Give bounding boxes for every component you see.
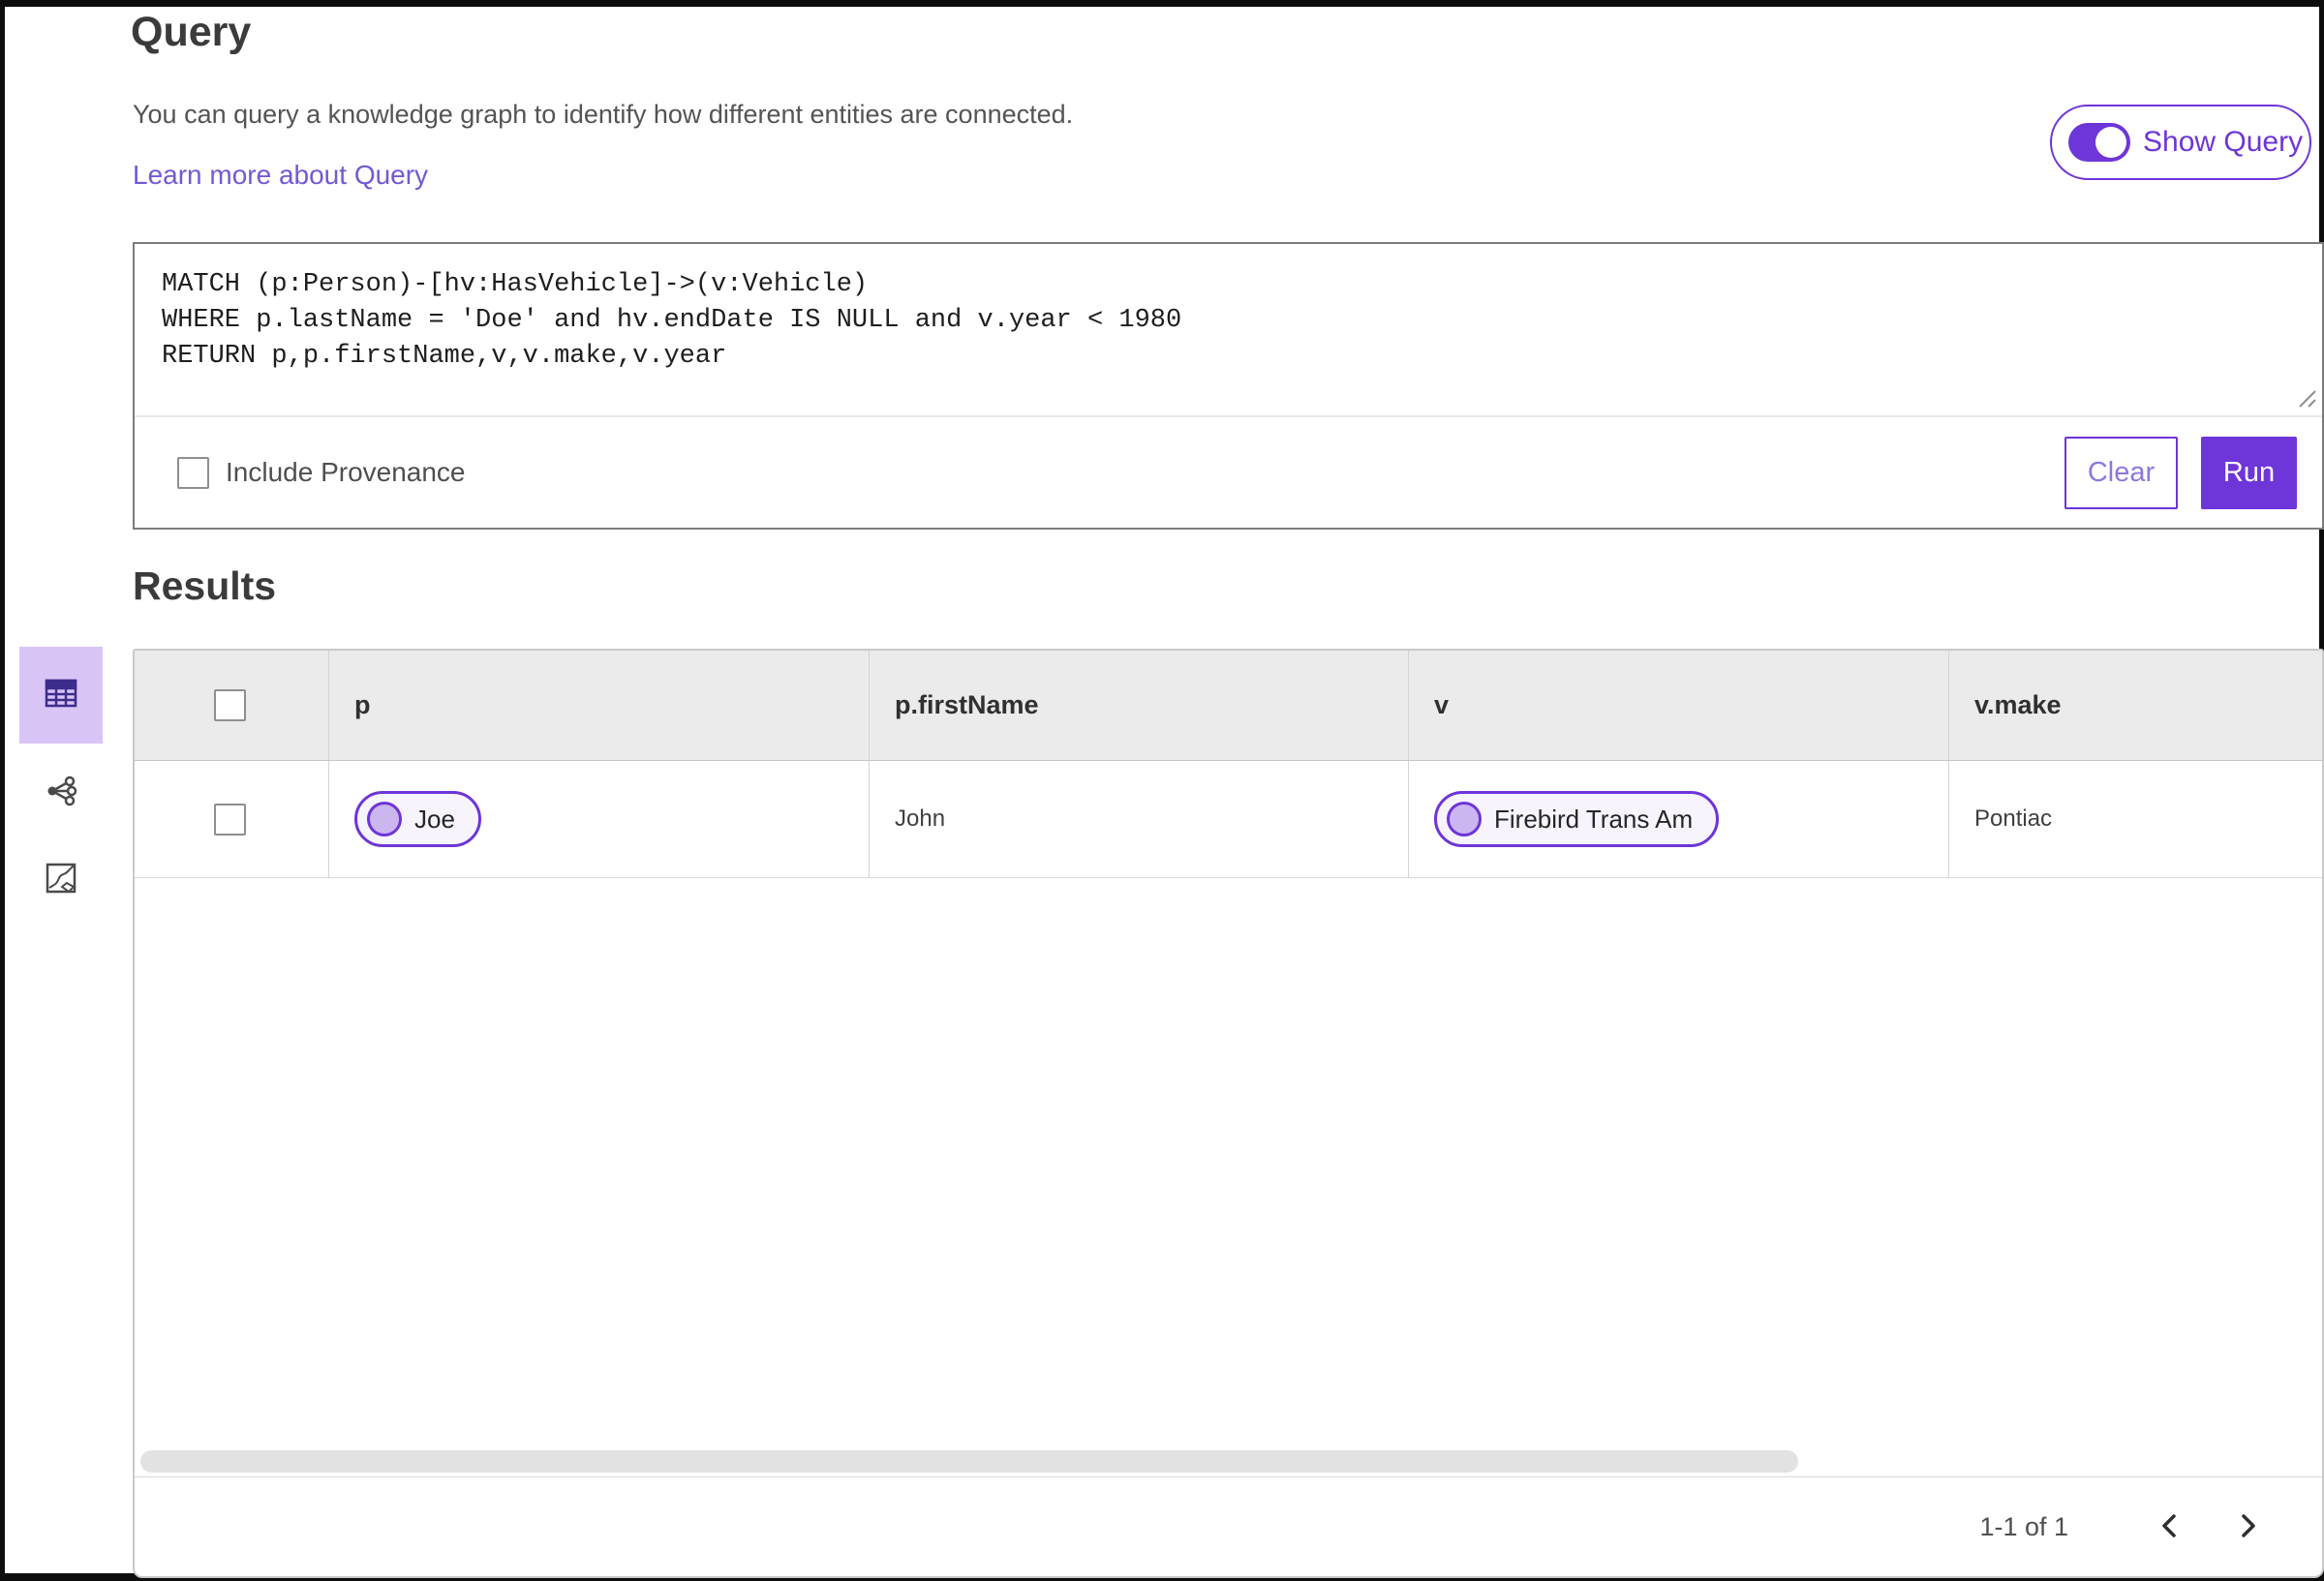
query-controls-row: Include Provenance Clear Run xyxy=(135,417,2322,528)
include-provenance-label: Include Provenance xyxy=(226,457,466,487)
column-header-v[interactable]: v xyxy=(1408,651,1948,760)
node-circle-icon xyxy=(1447,802,1482,836)
horizontal-scrollbar xyxy=(135,1447,2322,1476)
table-icon xyxy=(45,678,77,714)
chevron-left-icon xyxy=(2156,1511,2182,1543)
table-row[interactable]: Joe John Firebird Trans Am Pontiac xyxy=(135,761,2322,878)
query-editor-panel: MATCH (p:Person)-[hv:HasVehicle]->(v:Veh… xyxy=(133,242,2324,530)
table-footer: 1-1 of 1 xyxy=(135,1476,2322,1576)
node-circle-icon xyxy=(367,802,402,836)
graph-view-button[interactable] xyxy=(19,763,103,823)
network-icon xyxy=(44,774,78,813)
row-checkbox-cell xyxy=(135,761,328,877)
run-button[interactable]: Run xyxy=(2201,436,2297,509)
include-provenance-checkbox[interactable] xyxy=(177,456,209,489)
entity-chip-person[interactable]: Joe xyxy=(354,791,481,847)
clear-button[interactable]: Clear xyxy=(2064,436,2178,509)
map-icon xyxy=(46,863,76,898)
toggle-knob xyxy=(2095,127,2126,158)
query-page: Query You can query a knowledge graph to… xyxy=(0,0,2324,1581)
pagination-range-label: 1-1 of 1 xyxy=(1979,1511,2068,1541)
table-view-button[interactable] xyxy=(19,647,103,744)
results-title: Results xyxy=(133,563,277,608)
row-checkbox[interactable] xyxy=(214,803,246,836)
previous-page-button[interactable] xyxy=(2140,1498,2198,1556)
cell-v-make: Pontiac xyxy=(1948,761,2322,877)
page-title: Query xyxy=(131,9,252,55)
show-query-label: Show Query xyxy=(2143,126,2304,158)
chevron-right-icon xyxy=(2236,1511,2261,1543)
cell-v: Firebird Trans Am xyxy=(1408,761,1948,877)
page-description: You can query a knowledge graph to ident… xyxy=(133,100,1074,129)
entity-chip-label: Joe xyxy=(414,804,455,834)
table-empty-area xyxy=(135,878,2322,1447)
cell-p-firstname: John xyxy=(869,761,1408,877)
query-code-textarea[interactable]: MATCH (p:Person)-[hv:HasVehicle]->(v:Veh… xyxy=(135,244,2322,417)
entity-chip-vehicle[interactable]: Firebird Trans Am xyxy=(1434,791,1720,847)
column-header-p-firstname[interactable]: p.firstName xyxy=(869,651,1408,760)
show-query-toggle-button[interactable]: Show Query xyxy=(2050,105,2311,180)
cell-p: Joe xyxy=(328,761,869,877)
results-table-card: p p.firstName v v.make Joe John Firebird… xyxy=(133,649,2324,1578)
select-all-checkbox[interactable] xyxy=(214,689,246,721)
column-header-v-make[interactable]: v.make xyxy=(1948,651,2322,760)
learn-more-link[interactable]: Learn more about Query xyxy=(133,160,428,191)
toggle-on-icon[interactable] xyxy=(2068,123,2130,162)
column-header-p[interactable]: p xyxy=(328,651,869,760)
header-checkbox-cell xyxy=(135,651,328,760)
resize-grip-icon[interactable] xyxy=(2292,383,2317,413)
next-page-button[interactable] xyxy=(2219,1498,2278,1556)
table-header-row: p p.firstName v v.make xyxy=(135,651,2322,761)
horizontal-scrollbar-thumb[interactable] xyxy=(140,1450,1798,1473)
map-view-button[interactable] xyxy=(19,845,103,915)
entity-chip-label: Firebird Trans Am xyxy=(1494,804,1694,834)
